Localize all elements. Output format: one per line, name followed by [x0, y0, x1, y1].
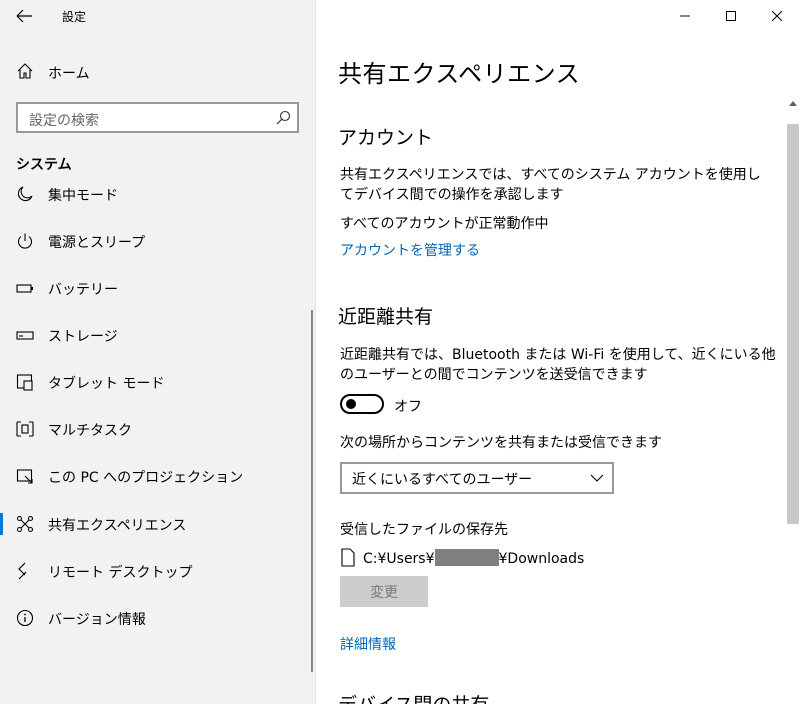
- sidebar-item-focus-assist[interactable]: 集中モード: [0, 174, 316, 214]
- path-suffix: ¥Downloads: [498, 551, 585, 567]
- sidebar-item-label: 集中モード: [48, 188, 118, 204]
- remote-desktop-icon: [18, 562, 27, 580]
- account-heading: アカウント: [338, 127, 434, 149]
- sidebar-item-label: バッテリー: [48, 282, 118, 298]
- sidebar-scrollbar[interactable]: [311, 310, 313, 672]
- home-icon: [17, 63, 33, 79]
- share-from-label: 次の場所からコンテンツを共有または受信できます: [340, 435, 662, 451]
- storage-icon: [16, 331, 34, 340]
- info-icon: [16, 609, 34, 627]
- toggle-knob: [346, 399, 356, 409]
- sidebar-item-label: バージョン情報: [48, 612, 146, 628]
- path-prefix: C:¥Users¥: [363, 551, 435, 567]
- section-title: システム: [16, 157, 72, 173]
- main-scrollbar[interactable]: [787, 96, 799, 704]
- sidebar-item-label: タブレット モード: [48, 376, 165, 392]
- sidebar-item-label: リモート デスクトップ: [48, 565, 193, 581]
- nearby-sharing-description: 近距離共有では、Bluetooth または Wi-Fi を使用して、近くにいる他…: [340, 347, 776, 383]
- manage-accounts-link[interactable]: アカウントを管理する: [340, 241, 480, 261]
- dropdown-selected-value: 近くにいるすべてのユーザー: [352, 472, 533, 488]
- nearby-sharing-heading: 近距離共有: [338, 306, 434, 328]
- scrollbar-thumb[interactable]: [787, 124, 799, 524]
- title-bar: 設定: [0, 0, 316, 32]
- sidebar-item-projection[interactable]: この PC へのプロジェクション: [0, 456, 316, 496]
- power-icon: [17, 233, 33, 249]
- file-icon: [341, 548, 355, 567]
- sidebar-item-label: この PC へのプロジェクション: [48, 470, 244, 486]
- scroll-up-arrow-icon[interactable]: [789, 100, 797, 106]
- close-button[interactable]: [754, 0, 800, 32]
- maximize-icon: [726, 11, 736, 21]
- sidebar-item-power-sleep[interactable]: 電源とスリープ: [0, 221, 316, 261]
- back-arrow-icon: [16, 9, 32, 23]
- sidebar-item-label: 電源とスリープ: [48, 235, 146, 251]
- battery-icon: [16, 284, 33, 293]
- close-icon: [772, 11, 782, 21]
- sidebar: 設定 ホーム 設定の検索 システム 集中モード 電源とスリープ バッテリー スト…: [0, 0, 316, 704]
- sidebar-item-home[interactable]: ホーム: [0, 56, 316, 88]
- projection-icon: [16, 469, 33, 484]
- nearby-sharing-toggle[interactable]: [340, 394, 384, 414]
- back-button[interactable]: [14, 6, 36, 26]
- chevron-down-icon: [590, 474, 604, 482]
- learn-more-link[interactable]: 詳細情報: [340, 635, 396, 655]
- shared-experience-icon: [16, 515, 34, 533]
- search-placeholder: 設定の検索: [29, 113, 99, 129]
- main-content: 共有エクスペリエンス アカウント 共有エクスペリエンスでは、すべてのシステム ア…: [316, 0, 800, 704]
- sidebar-item-label: マルチタスク: [48, 423, 132, 439]
- account-status: すべてのアカウントが正常動作中: [340, 216, 549, 232]
- account-description: 共有エクスペリエンスでは、すべてのシステム アカウントを使用してデバイス間での操…: [340, 167, 761, 203]
- sidebar-item-tablet-mode[interactable]: タブレット モード: [0, 362, 316, 402]
- search-input[interactable]: 設定の検索: [16, 102, 299, 133]
- multitask-icon: [16, 421, 34, 437]
- save-location-path: C:¥Users¥ ¥Downloads: [363, 549, 584, 567]
- search-icon[interactable]: [275, 110, 291, 126]
- sidebar-item-storage[interactable]: ストレージ: [0, 315, 316, 355]
- sidebar-item-battery[interactable]: バッテリー: [0, 268, 316, 308]
- app-title: 設定: [62, 10, 87, 24]
- share-from-dropdown[interactable]: 近くにいるすべてのユーザー: [340, 462, 614, 494]
- sidebar-item-remote-desktop[interactable]: リモート デスクトップ: [0, 551, 316, 591]
- cross-device-heading: デバイス間の共有: [338, 690, 489, 704]
- moon-icon: [17, 186, 33, 202]
- sidebar-item-label: ストレージ: [48, 329, 118, 345]
- sidebar-item-shared-experiences[interactable]: 共有エクスペリエンス: [0, 504, 316, 544]
- tablet-mode-icon: [16, 374, 33, 391]
- maximize-button[interactable]: [708, 0, 754, 32]
- page-title: 共有エクスペリエンス: [338, 60, 581, 88]
- sidebar-item-about[interactable]: バージョン情報: [0, 598, 316, 638]
- save-location-label: 受信したファイルの保存先: [340, 522, 508, 538]
- toggle-state-label: オフ: [394, 399, 422, 415]
- minimize-icon: [680, 15, 690, 17]
- change-button[interactable]: 変更: [340, 576, 428, 607]
- redacted-username: [434, 549, 499, 566]
- sidebar-item-label: ホーム: [48, 66, 90, 82]
- sidebar-item-multitasking[interactable]: マルチタスク: [0, 409, 316, 449]
- minimize-button[interactable]: [662, 0, 708, 32]
- sidebar-item-label: 共有エクスペリエンス: [48, 518, 187, 534]
